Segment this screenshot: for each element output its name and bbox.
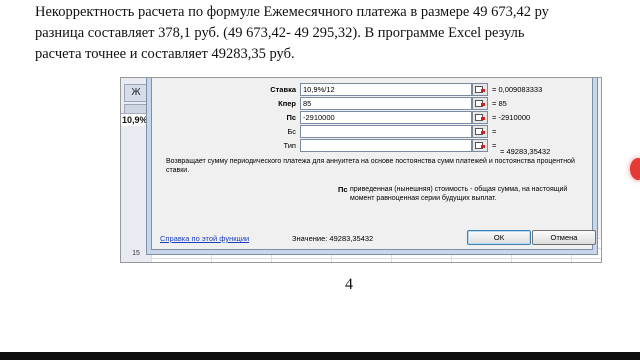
collapse-ref-icon[interactable]: [472, 125, 488, 138]
arg-row-stavka: Ставка 10,9%/12 = 0,009083333: [152, 83, 592, 96]
arg-result: = -2910000: [492, 113, 531, 122]
help-link[interactable]: Справка по этой функции: [160, 234, 249, 243]
arg-result: = 0,009083333: [492, 85, 543, 94]
collapse-ref-icon[interactable]: [472, 111, 488, 124]
argument-help-label: Пс: [338, 185, 348, 194]
document-text: Некорректность расчета по формуле Ежемес…: [35, 2, 635, 65]
fv-input[interactable]: [300, 125, 472, 138]
value-display: Значение: 49283,35432: [292, 234, 374, 243]
arg-label: Пс: [286, 113, 296, 122]
ok-button[interactable]: ОК: [467, 230, 531, 245]
collapse-ref-icon[interactable]: [472, 97, 488, 110]
excel-left-panel: Ж 10,9%: [121, 78, 152, 262]
arg-row-ps: Пс -2910000 = -2910000: [152, 111, 592, 124]
arg-label: Кпер: [278, 99, 296, 108]
arg-row-bs: Бс =: [152, 125, 592, 138]
collapse-ref-icon[interactable]: [472, 83, 488, 96]
pv-input[interactable]: -2910000: [300, 111, 472, 124]
argument-help-text: приведенная (нынешняя) стоимость - общая…: [350, 186, 568, 202]
doc-line-2: разница составляет 378,1 руб. (49 673,42…: [35, 25, 525, 41]
row-number: 15: [121, 250, 151, 262]
function-arguments-dialog: Ставка 10,9%/12 = 0,009083333 Кпер 85 = …: [151, 78, 596, 250]
excel-screenshot: Ж 10,9% 15 Ставка 10,9%/12 = 0,009083333…: [120, 77, 602, 263]
function-description: Возвращает сумму периодического платежа …: [166, 158, 575, 174]
doc-line-3: расчета точнее и составляет 49283,35 руб…: [35, 46, 295, 62]
type-input[interactable]: [300, 139, 472, 152]
cancel-button[interactable]: Отмена: [532, 230, 596, 245]
bold-button[interactable]: Ж: [124, 84, 148, 102]
arg-row-kper: Кпер 85 = 85: [152, 97, 592, 110]
collapse-ref-icon[interactable]: [472, 139, 488, 152]
arg-result: = 85: [492, 99, 507, 108]
arg-label: Ставка: [270, 85, 296, 94]
bottom-bar: [0, 352, 640, 360]
page-number: 4: [345, 276, 353, 293]
excel-cell-value[interactable]: 10,9%: [121, 113, 152, 126]
arg-label: Бс: [287, 127, 296, 136]
cursor-indicator-icon: [630, 158, 640, 180]
arg-result: =: [492, 141, 497, 150]
doc-line-1: Некорректность расчета по формуле Ежемес…: [35, 4, 549, 20]
nper-input[interactable]: 85: [300, 97, 472, 110]
rate-input[interactable]: 10,9%/12: [300, 83, 472, 96]
formula-result: = 49283,35432: [500, 147, 551, 156]
arg-result: =: [492, 127, 497, 136]
arg-label: Тип: [283, 141, 296, 150]
